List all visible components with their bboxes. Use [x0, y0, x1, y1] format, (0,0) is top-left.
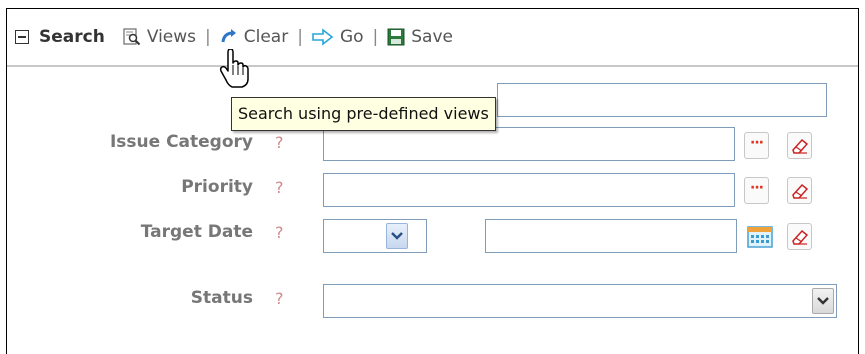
target-date-help[interactable]: ?	[275, 223, 284, 242]
toolbar-divider	[7, 65, 858, 67]
save-label: Save	[411, 27, 453, 47]
issue-category-help[interactable]: ?	[275, 133, 284, 152]
status-label: Status	[190, 288, 253, 308]
priority-lookup-button[interactable]: ···	[744, 177, 769, 204]
priority-clear-button[interactable]	[787, 177, 812, 204]
views-field[interactable]	[497, 83, 827, 117]
search-title: Search	[39, 27, 105, 47]
magnifier-document-icon	[123, 28, 141, 46]
views-label: Views	[146, 27, 197, 47]
toolbar-separator: |	[205, 27, 211, 47]
toolbar-separator: |	[297, 27, 303, 47]
chevron-down-icon[interactable]	[812, 288, 834, 314]
eraser-icon	[792, 183, 809, 199]
dots-icon: ···	[750, 179, 764, 196]
issue-category-lookup-button[interactable]: ···	[744, 132, 769, 159]
clear-button[interactable]: Clear	[220, 27, 288, 47]
hand-pointer-icon	[219, 49, 249, 88]
priority-help[interactable]: ?	[275, 178, 284, 197]
go-label: Go	[339, 27, 364, 47]
eraser-icon	[792, 229, 809, 245]
target-date-label: Target Date	[140, 222, 253, 242]
right-arrow-icon	[312, 28, 334, 46]
views-button[interactable]: Views	[123, 27, 196, 47]
target-date-clear-button[interactable]	[787, 223, 812, 250]
target-date-input[interactable]	[485, 219, 737, 253]
views-tooltip: Search using pre-defined views	[231, 97, 496, 131]
dots-icon: ···	[750, 134, 764, 151]
toolbar-separator: |	[372, 27, 379, 47]
issue-category-clear-button[interactable]	[787, 132, 812, 159]
chevron-down-icon[interactable]	[386, 223, 408, 249]
blue-curved-arrow-icon	[220, 28, 238, 46]
floppy-disk-icon	[387, 28, 405, 46]
calendar-icon[interactable]	[747, 224, 773, 248]
status-help[interactable]: ?	[275, 289, 284, 308]
issue-category-label: Issue Category	[109, 132, 253, 152]
priority-input[interactable]	[323, 173, 735, 207]
save-button[interactable]: Save	[387, 27, 453, 47]
eraser-icon	[792, 138, 809, 154]
collapse-icon[interactable]	[15, 30, 29, 44]
search-panel: Search Views | Clear | Go | Save Issue C…	[6, 8, 859, 354]
go-button[interactable]: Go	[312, 27, 364, 47]
priority-label: Priority	[181, 177, 253, 197]
issue-category-input[interactable]	[323, 127, 735, 161]
search-toolbar: Search Views | Clear | Go | Save	[7, 9, 858, 65]
target-date-operator-select[interactable]	[323, 219, 427, 253]
clear-label: Clear	[243, 27, 289, 47]
status-select[interactable]	[323, 284, 837, 318]
